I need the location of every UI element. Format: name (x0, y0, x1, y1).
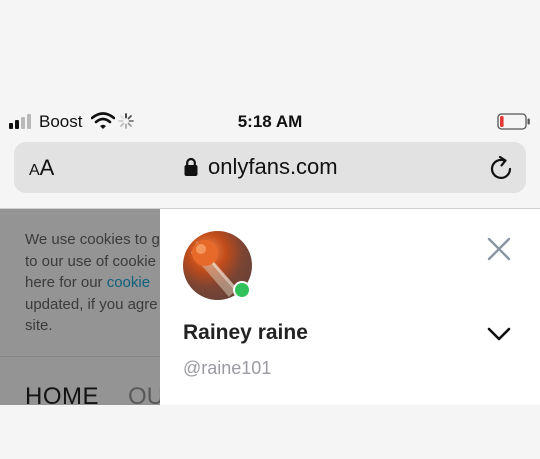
text-size-big-label: A (39, 155, 55, 180)
text-size-small-label: A (29, 162, 40, 179)
online-status-dot (233, 281, 251, 299)
lock-icon (184, 157, 198, 182)
avatar[interactable] (183, 231, 252, 300)
reload-icon[interactable] (488, 155, 516, 188)
bottom-blank-area (0, 405, 540, 459)
profile-drawer: Rainey raine @raine101 (160, 209, 540, 405)
battery-icon (497, 113, 531, 135)
profile-handle: @raine101 (183, 358, 272, 378)
chevron-down-icon[interactable] (487, 326, 511, 347)
top-blank-area (0, 0, 540, 107)
text-size-button[interactable]: AA (29, 155, 54, 181)
dim-overlay[interactable] (0, 209, 160, 405)
profile-name[interactable]: Rainey raine (183, 321, 308, 345)
close-icon[interactable] (485, 235, 513, 268)
status-time: 5:18 AM (237, 112, 303, 131)
url-text[interactable]: onlyfans.com (208, 154, 338, 180)
address-bar[interactable]: AA onlyfans.com (14, 142, 526, 193)
